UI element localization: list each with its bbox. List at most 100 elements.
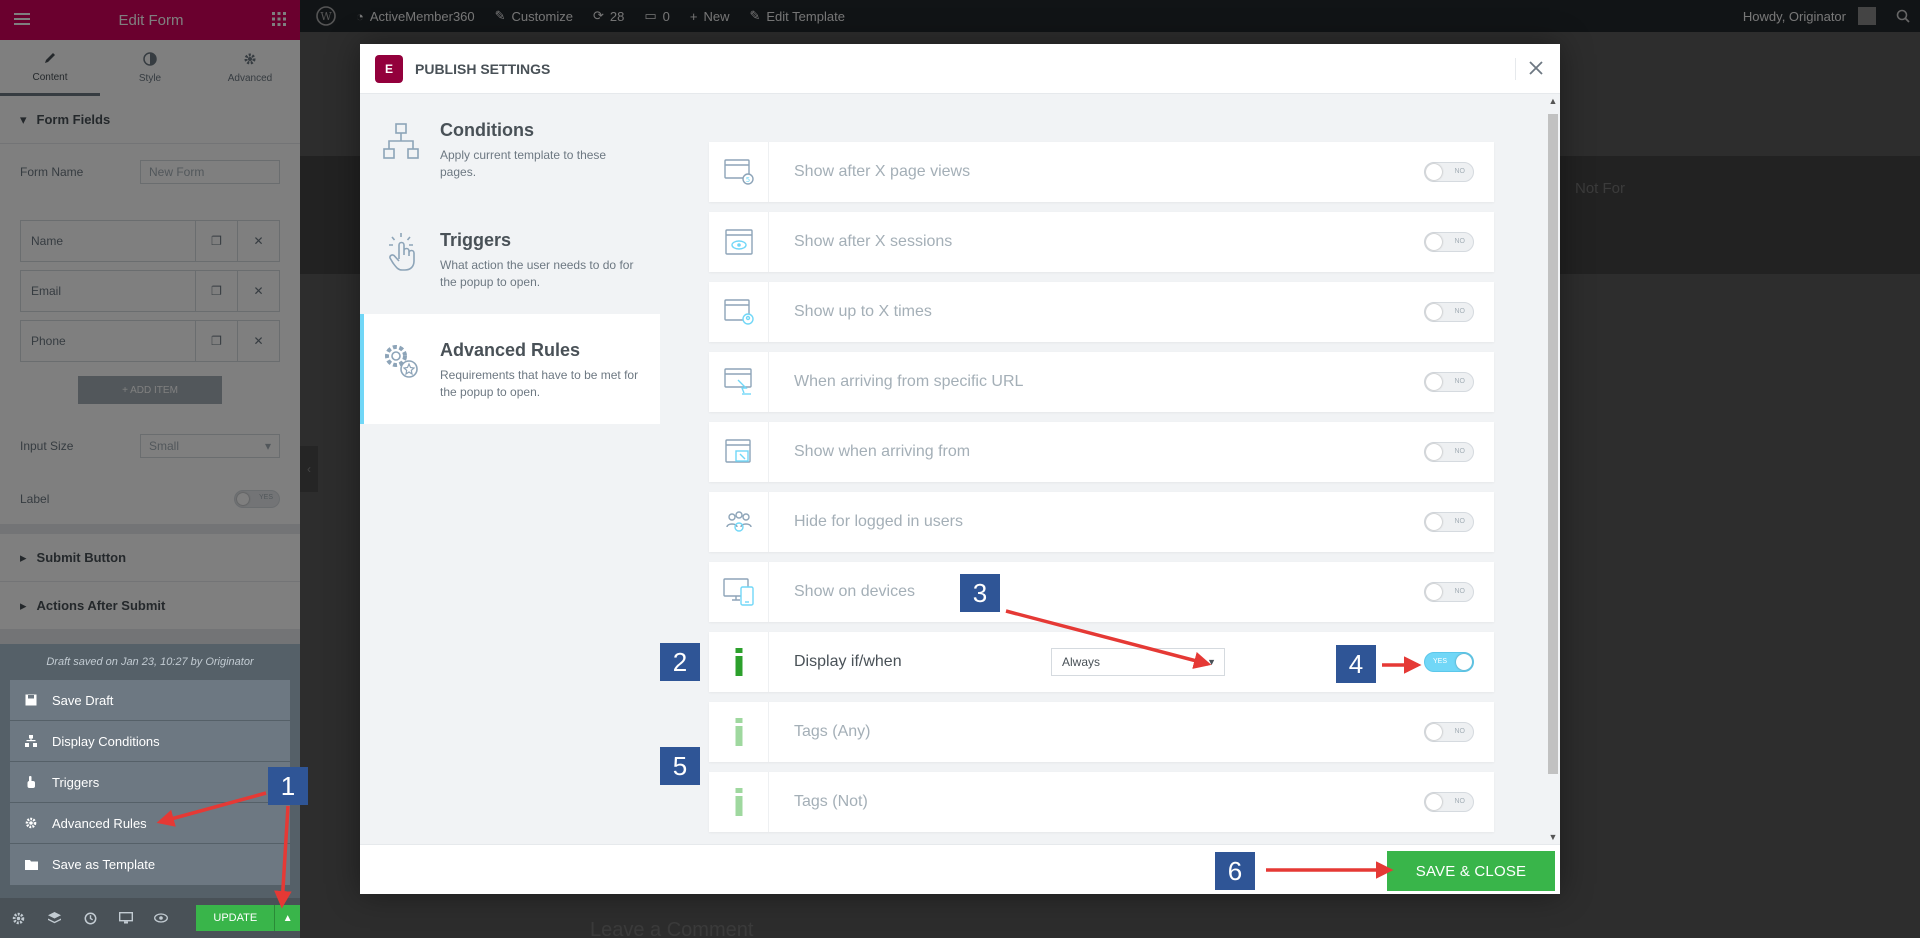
toggle-knob xyxy=(1426,374,1442,390)
update-button[interactable]: UPDATE xyxy=(196,905,275,931)
draft-saved-note: Draft saved on Jan 23, 10:27 by Originat… xyxy=(46,656,254,668)
rule-toggle[interactable]: YES xyxy=(1424,652,1474,672)
publish-settings-modal: E PUBLISH SETTINGS Conditions Apply curr… xyxy=(360,44,1560,894)
preview-eye-icon[interactable] xyxy=(153,913,171,923)
toggle-text: NO xyxy=(1454,378,1466,385)
close-icon[interactable] xyxy=(1524,56,1548,80)
rule-label: Show up to X times xyxy=(794,303,932,320)
rule-label: When arriving from specific URL xyxy=(794,373,1024,390)
toggle-knob xyxy=(1426,794,1442,810)
info-green-icon xyxy=(709,772,769,832)
nav-description: Apply current template to these pages. xyxy=(440,148,607,179)
pointer-hand-icon xyxy=(380,230,422,272)
rule-label: Tags (Not) xyxy=(794,793,868,810)
layers-icon[interactable] xyxy=(46,911,64,925)
rule-label: Show after X page views xyxy=(794,163,971,180)
publish-settings-nav: Conditions Apply current template to the… xyxy=(360,94,660,844)
settings-gear-icon[interactable] xyxy=(10,912,28,925)
header-divider xyxy=(1515,58,1516,80)
rule-label: Show when arriving from xyxy=(794,443,971,460)
browser-pages-icon: 5 xyxy=(709,142,769,202)
toggle-text: NO xyxy=(1454,238,1466,245)
rule-toggle[interactable]: NO xyxy=(1424,792,1474,812)
responsive-desktop-icon[interactable] xyxy=(117,912,135,924)
info-green-icon xyxy=(709,632,769,692)
scrollbar-thumb[interactable] xyxy=(1548,114,1558,774)
display-conditions-item[interactable]: Display Conditions xyxy=(10,721,290,762)
modal-footer: SAVE & CLOSE xyxy=(360,844,1560,894)
rule-hide-logged-in: Hide for logged in users NO xyxy=(709,492,1494,552)
toggle-knob xyxy=(1426,164,1442,180)
save-draft-item[interactable]: Save Draft xyxy=(10,680,290,721)
modal-title: PUBLISH SETTINGS xyxy=(415,60,551,77)
menu-item-label: Save as Template xyxy=(52,857,156,872)
select-value: Always xyxy=(1062,655,1101,669)
browser-user-icon xyxy=(709,282,769,342)
nav-description: What action the user needs to do for the… xyxy=(440,258,634,289)
rule-toggle[interactable]: NO xyxy=(1424,442,1474,462)
nav-title: Conditions xyxy=(440,120,534,140)
history-icon[interactable] xyxy=(81,912,99,925)
rule-toggle[interactable]: NO xyxy=(1424,232,1474,252)
annotation-badge-6: 6 xyxy=(1215,852,1255,890)
floppy-disk-icon xyxy=(24,694,38,706)
folder-icon xyxy=(24,859,38,870)
rule-up-to-x-times: Show up to X times NO xyxy=(709,282,1494,342)
triggers-item[interactable]: Triggers xyxy=(10,762,290,803)
annotation-badge-1: 1 xyxy=(268,767,308,805)
toggle-text: NO xyxy=(1454,518,1466,525)
rule-sessions: Show after X sessions NO xyxy=(709,212,1494,272)
rule-tags-any: Tags (Any) NO xyxy=(709,702,1494,762)
toggle-text: NO xyxy=(1454,168,1466,175)
nav-title: Triggers xyxy=(440,230,512,250)
annotation-badge-2: 2 xyxy=(660,643,700,681)
caret-up-icon: ▲ xyxy=(282,912,293,924)
rule-toggle[interactable]: NO xyxy=(1424,722,1474,742)
scroll-down-icon[interactable]: ▼ xyxy=(1546,832,1560,842)
toggle-knob xyxy=(1426,584,1442,600)
nav-advanced-rules[interactable]: Advanced Rules Requirements that have to… xyxy=(360,314,660,424)
annotation-badge-4: 4 xyxy=(1336,645,1376,683)
scroll-up-icon[interactable]: ▲ xyxy=(1546,96,1560,106)
nav-conditions[interactable]: Conditions Apply current template to the… xyxy=(360,94,660,204)
display-if-when-select[interactable]: Always ▼ xyxy=(1051,648,1225,676)
menu-item-label: Triggers xyxy=(52,774,100,790)
rule-toggle[interactable]: NO xyxy=(1424,512,1474,532)
toggle-knob xyxy=(1426,514,1442,530)
menu-item-label: Display Conditions xyxy=(52,733,160,749)
devices-icon xyxy=(709,562,769,622)
save-options-toggle[interactable]: ▲ xyxy=(274,905,300,931)
elementor-logo-icon: E xyxy=(375,54,403,83)
menu-item-label: Advanced Rules xyxy=(52,815,147,831)
nav-description: Requirements that have to be met for the… xyxy=(440,368,639,399)
users-icon xyxy=(709,492,769,552)
nav-triggers[interactable]: Triggers What action the user needs to d… xyxy=(360,204,660,314)
save-and-close-button[interactable]: SAVE & CLOSE xyxy=(1387,851,1555,891)
toggle-knob xyxy=(1426,444,1442,460)
rule-toggle[interactable]: NO xyxy=(1424,162,1474,182)
rule-arriving-from: Show when arriving from NO xyxy=(709,422,1494,482)
rule-label: Tags (Any) xyxy=(794,723,871,740)
advanced-rules-item[interactable]: Advanced Rules xyxy=(10,803,290,844)
rule-specific-url: When arriving from specific URL NO xyxy=(709,352,1494,412)
toggle-text: YES xyxy=(1433,658,1448,665)
toggle-text: NO xyxy=(1454,308,1466,315)
gears-icon xyxy=(380,340,422,382)
toggle-text: NO xyxy=(1454,448,1466,455)
rule-toggle[interactable]: NO xyxy=(1424,582,1474,602)
rule-label: Show on devices xyxy=(794,583,915,600)
rule-toggle[interactable]: NO xyxy=(1424,302,1474,322)
modal-header: E PUBLISH SETTINGS xyxy=(360,44,1560,94)
rule-show-on-devices: Show on devices NO xyxy=(709,562,1494,622)
gear-icon xyxy=(24,817,38,829)
browser-link-icon xyxy=(709,422,769,482)
rule-toggle[interactable]: NO xyxy=(1424,372,1474,392)
pointer-hand-icon xyxy=(24,776,38,788)
toggle-text: NO xyxy=(1454,588,1466,595)
annotation-badge-5: 5 xyxy=(660,747,700,785)
toggle-knob xyxy=(1426,234,1442,250)
sitemap-icon xyxy=(380,120,422,162)
save-as-template-item[interactable]: Save as Template xyxy=(10,844,290,885)
svg-text:5: 5 xyxy=(745,176,749,184)
content-scrollbar[interactable]: ▲ ▼ xyxy=(1546,94,1560,844)
